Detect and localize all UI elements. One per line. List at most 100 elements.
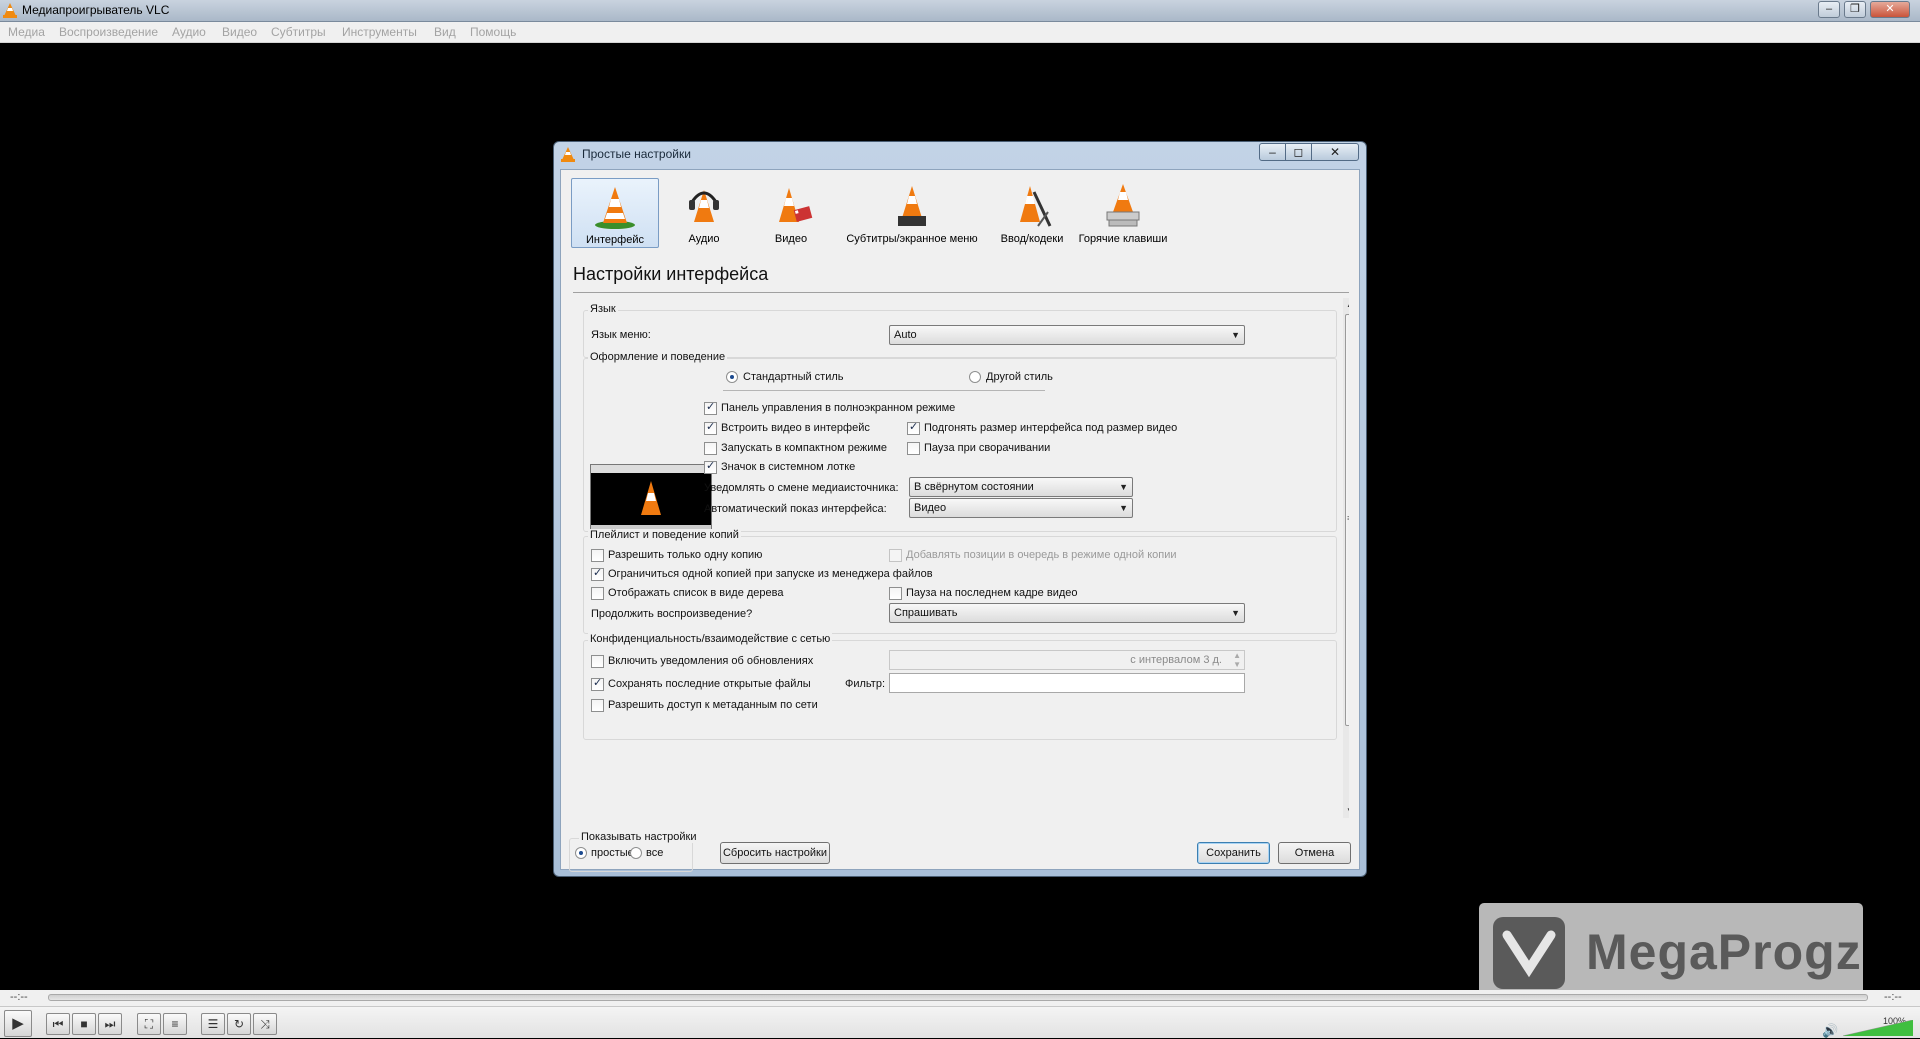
category-interface-label: Интерфейс [586, 234, 644, 246]
headphones-cone-icon [689, 190, 719, 222]
pause-minimized-checkbox[interactable] [907, 442, 920, 455]
cancel-button[interactable]: Отмена [1278, 842, 1351, 864]
one-instance-fm-label: Ограничиться одной копией при запуске из… [608, 568, 933, 580]
notify-value: В свёрнутом состоянии [914, 481, 1034, 493]
vertical-scrollbar[interactable]: ▲ ≡ ▼ [1343, 298, 1349, 818]
one-instance-checkbox[interactable] [591, 549, 604, 562]
embed-video-checkbox[interactable] [704, 420, 717, 435]
time-elapsed: --:-- [10, 991, 28, 1003]
native-style-radio[interactable] [726, 371, 738, 383]
volume-slider[interactable] [1843, 1020, 1913, 1036]
one-instance-fm-checkbox[interactable] [591, 566, 604, 581]
resize-interface-checkbox[interactable] [907, 420, 920, 435]
fullscreen-button[interactable]: ⛶ [137, 1013, 161, 1035]
show-all-radio[interactable] [630, 847, 642, 859]
window-title: Медиапроигрыватель VLC [22, 3, 170, 17]
metadata-access-checkbox[interactable] [591, 699, 604, 712]
category-audio-label: Аудио [688, 233, 720, 245]
look-group-title: Оформление и поведение [588, 351, 728, 363]
interface-cone-icon [595, 187, 635, 229]
dialog-close-button[interactable]: ✕ [1311, 143, 1359, 161]
notify-select[interactable]: В свёрнутом состоянии ▼ [909, 477, 1133, 497]
volume-icon[interactable]: 🔊 [1822, 1023, 1838, 1039]
category-interface[interactable]: Интерфейс [571, 178, 659, 248]
category-subtitles-osd[interactable]: Субтитры/экранное меню [837, 178, 987, 248]
time-total: --:-- [1884, 991, 1902, 1003]
main-titlebar: Медиапроигрыватель VLC – ❐ ✕ [0, 0, 1920, 22]
preview-menubar [591, 465, 711, 473]
close-button[interactable]: ✕ [1870, 1, 1910, 18]
dialog-body: Интерфейс Аудио Видео Субтитры/экранное … [560, 169, 1360, 872]
previous-button[interactable]: ⏮ [46, 1013, 70, 1035]
settings-scroll-area[interactable]: Язык Язык меню: Auto ▼ Оформление и пове… [573, 298, 1349, 818]
menu-language-select[interactable]: Auto ▼ [889, 325, 1245, 345]
next-button[interactable]: ⏭ [98, 1013, 122, 1035]
skins-style-label: Другой стиль [986, 371, 1053, 383]
chevron-down-icon: ▼ [1231, 608, 1240, 618]
category-video-label: Видео [774, 233, 808, 245]
tree-view-label: Отображать список в виде дерева [608, 587, 784, 599]
updates-interval-spinbox[interactable]: с интервалом 3 д. ▲ ▼ [889, 650, 1245, 670]
continue-select[interactable]: Спрашивать ▼ [889, 603, 1245, 623]
category-video[interactable]: Видео [747, 178, 835, 248]
shuffle-button[interactable]: ⤨ [253, 1013, 277, 1035]
menu-language-value: Auto [894, 329, 917, 341]
scroll-up-icon[interactable]: ▲ [1346, 300, 1349, 309]
menu-audio[interactable]: Аудио [172, 25, 206, 39]
fullscreen-controls-label: Панель управления в полноэкранном режиме [721, 402, 956, 414]
systray-icon-checkbox[interactable] [704, 459, 717, 474]
show-simple-radio[interactable] [575, 847, 587, 859]
native-style-label: Стандартный стиль [743, 371, 844, 383]
seek-slider[interactable] [48, 994, 1868, 1001]
reset-preferences-button[interactable]: Сбросить настройки [720, 842, 830, 864]
spin-arrows-icon: ▲ ▼ [1233, 651, 1241, 669]
menu-tools[interactable]: Инструменты [342, 25, 417, 39]
show-settings-label: Показывать настройки [579, 831, 699, 843]
playlist-group-title: Плейлист и поведение копий [588, 529, 741, 541]
autoraise-select[interactable]: Видео ▼ [909, 498, 1133, 518]
stop-button[interactable]: ■ [72, 1013, 96, 1035]
playlist-button[interactable]: ☰ [201, 1013, 225, 1035]
menu-subtitles[interactable]: Субтитры [271, 25, 326, 39]
menu-media[interactable]: Медиа [8, 25, 45, 39]
vlc-cone-icon [3, 3, 17, 18]
enqueue-checkbox[interactable] [889, 549, 902, 562]
fullscreen-controls-checkbox[interactable] [704, 400, 717, 415]
pane-title: Настройки интерфейса [573, 264, 769, 284]
extended-settings-button[interactable]: ≡ [163, 1013, 187, 1035]
tree-view-checkbox[interactable] [591, 587, 604, 600]
playback-controls: ▶ ⏮ ■ ⏭ ⛶ ≡ ☰ ↻ ⤨ [0, 1006, 1920, 1038]
loop-button[interactable]: ↻ [227, 1013, 251, 1035]
recent-files-checkbox[interactable] [591, 676, 604, 691]
scrollbar-thumb[interactable]: ≡ [1345, 314, 1349, 726]
dialog-maximize-button[interactable]: ◻ [1285, 143, 1312, 161]
updates-checkbox[interactable] [591, 655, 604, 668]
skins-style-radio[interactable] [969, 371, 981, 383]
language-group-title: Язык [588, 303, 618, 315]
filter-input[interactable] [889, 673, 1245, 693]
menu-help[interactable]: Помощь [470, 25, 516, 39]
privacy-group-title: Конфиденциальность/взаимодействие с сеть… [588, 633, 833, 645]
minimize-button[interactable]: – [1818, 1, 1840, 18]
minimal-mode-checkbox[interactable] [704, 442, 717, 455]
interface-preview-image [590, 464, 712, 536]
category-input-codecs[interactable]: Ввод/кодеки [989, 178, 1075, 248]
category-audio[interactable]: Аудио [661, 178, 747, 248]
style-separator [723, 390, 1045, 391]
menu-playback[interactable]: Воспроизведение [59, 25, 158, 39]
save-button[interactable]: Сохранить [1197, 842, 1270, 864]
notify-label: Уведомлять о смене медиаисточника: [704, 482, 899, 494]
subtitles-cone-icon [898, 186, 926, 226]
maximize-button[interactable]: ❐ [1844, 1, 1866, 18]
menu-view[interactable]: Вид [434, 25, 456, 39]
play-button[interactable]: ▶ [4, 1010, 32, 1037]
metadata-access-label: Разрешить доступ к метаданным по сети [608, 699, 818, 711]
scroll-down-icon[interactable]: ▼ [1346, 806, 1349, 815]
menu-video[interactable]: Видео [222, 25, 257, 39]
pause-last-frame-checkbox[interactable] [889, 587, 902, 600]
enqueue-label: Добавлять позиции в очередь в режиме одн… [906, 549, 1177, 561]
filter-label: Фильтр: [845, 678, 886, 690]
category-hotkeys[interactable]: Горячие клавиши [1077, 178, 1169, 248]
dialog-minimize-button[interactable]: – [1259, 143, 1286, 161]
one-instance-label: Разрешить только одну копию [608, 549, 763, 561]
